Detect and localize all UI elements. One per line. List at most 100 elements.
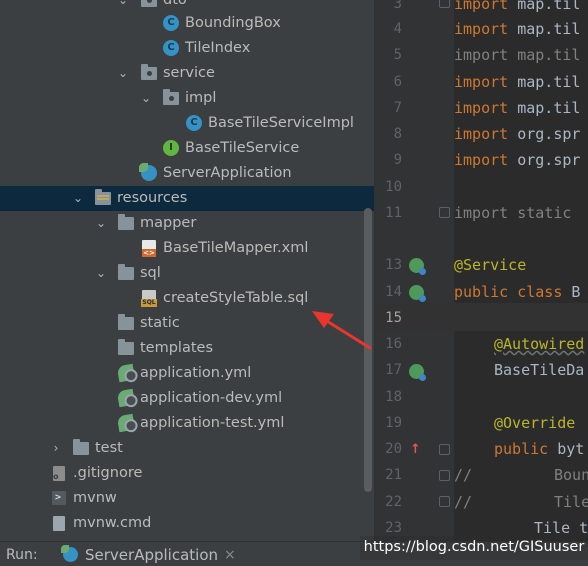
code-line: Boun [554, 466, 588, 484]
tree-item-label: BaseTileMapper.xml [163, 240, 309, 256]
code-line: import static [454, 204, 572, 222]
tree-item-test[interactable]: › test [0, 436, 374, 461]
project-tree: ⌄ dto C BoundingBox C TileIndex ⌄ servic… [0, 0, 374, 541]
line-number: 10 [385, 179, 402, 195]
package-folder-icon [163, 89, 179, 105]
folder-icon [118, 339, 134, 355]
fold-marker-icon[interactable] [439, 444, 450, 455]
tree-item-server-application[interactable]: ServerApplication [0, 161, 374, 186]
chevron-down-icon[interactable]: ⌄ [95, 216, 107, 230]
class-icon: C [163, 40, 179, 56]
line-number: 21 [385, 467, 402, 483]
line-number: 22 [385, 494, 402, 510]
tree-item-label: templates [140, 340, 214, 356]
tree-item-label: .gitignore [73, 465, 143, 481]
spring-config-icon [116, 363, 136, 383]
line-number: 7 [393, 100, 402, 116]
code-comment-marker: // [454, 466, 473, 484]
tree-item-resources[interactable]: ⌄ resources [0, 186, 374, 211]
run-tab-server-application[interactable]: ServerApplication × [58, 542, 248, 566]
fold-marker-icon[interactable] [439, 207, 450, 218]
spring-bean-gutter-icon[interactable] [409, 285, 426, 302]
tree-item-mvnw[interactable]: mvnw [0, 486, 374, 511]
chevron-down-icon[interactable]: ⌄ [117, 0, 129, 7]
tree-item-label: BaseTileServiceImpl [208, 115, 354, 131]
line-number: 18 [385, 389, 402, 405]
line-number: 20 [385, 441, 402, 457]
tree-item-label: mvnw.cmd [73, 515, 152, 531]
spring-config-icon [116, 388, 136, 408]
code-line: BaseTileDa [494, 361, 585, 379]
spring-config-icon [116, 413, 136, 433]
close-icon[interactable]: × [224, 546, 236, 564]
watermark-text: https://blog.csdn.net/GISuuser [360, 536, 588, 560]
package-folder-icon [141, 64, 157, 80]
line-number: 8 [393, 126, 402, 142]
current-line-highlight [376, 303, 588, 331]
tree-item-label: ServerApplication [163, 165, 292, 181]
fold-marker-icon[interactable] [439, 470, 450, 481]
code-line: @Override [494, 414, 576, 432]
chevron-down-icon[interactable]: ⌄ [95, 266, 107, 280]
spring-boot-app-icon [61, 545, 78, 562]
code-comment-marker: // [454, 493, 473, 511]
run-tab-label: ServerApplication [85, 546, 219, 564]
chevron-down-icon[interactable]: ⌄ [117, 66, 129, 80]
tree-item-bounding-box[interactable]: C BoundingBox [0, 11, 374, 36]
line-number: 6 [393, 74, 402, 90]
tree-item-impl[interactable]: ⌄ impl [0, 86, 374, 111]
tree-item-label: dto [163, 0, 187, 8]
folder-icon [118, 214, 134, 230]
tree-item-tile-index[interactable]: C TileIndex [0, 36, 374, 61]
line-number: 5 [393, 47, 402, 63]
tree-item-label: static [140, 315, 180, 331]
tree-item-base-tile-mapper-xml[interactable]: BaseTileMapper.xml [0, 236, 374, 261]
tree-item-gitignore[interactable]: .gitignore [0, 461, 374, 486]
tree-item-base-tile-service[interactable]: I BaseTileService [0, 136, 374, 161]
folder-icon [118, 264, 134, 280]
tree-item-label: application-test.yml [140, 415, 285, 431]
tree-item-label: sql [140, 265, 161, 281]
tree-item-label: service [163, 65, 215, 81]
tree-item-mapper[interactable]: ⌄ mapper [0, 211, 374, 236]
tree-item-service[interactable]: ⌄ service [0, 61, 374, 86]
sql-file-icon [141, 290, 157, 307]
code-line: import map.til [454, 0, 581, 13]
interface-icon: I [163, 140, 179, 156]
class-icon: C [163, 15, 179, 31]
line-number: 23 [385, 520, 402, 536]
code-line: import map.til [454, 99, 581, 117]
tree-item-application-dev-yml[interactable]: application-dev.yml [0, 386, 374, 411]
navigate-bean-gutter-icon[interactable] [409, 364, 426, 381]
folder-icon [118, 314, 134, 330]
line-number: 17 [385, 362, 402, 378]
line-number: 11 [385, 205, 402, 221]
tree-item-label: application-dev.yml [140, 390, 283, 406]
line-number: 3 [393, 0, 402, 12]
tree-item-label: application.yml [140, 365, 252, 381]
override-arrow-icon[interactable]: ↑ [410, 443, 421, 456]
line-number: 13 [385, 257, 402, 273]
resources-folder-icon [95, 189, 111, 205]
chevron-down-icon[interactable]: ⌄ [72, 191, 84, 205]
spring-bean-gutter-icon[interactable] [409, 258, 426, 275]
tree-item-application-yml[interactable]: application.yml [0, 361, 374, 386]
line-number: 4 [393, 21, 402, 37]
code-line: import org.spr [454, 125, 581, 143]
tree-item-application-test-yml[interactable]: application-test.yml [0, 411, 374, 436]
package-folder-icon [141, 0, 157, 7]
fold-marker-icon[interactable] [439, 0, 450, 8]
chevron-right-icon[interactable]: › [50, 441, 62, 455]
tree-item-label: TileIndex [185, 40, 251, 56]
code-line: import map.til [454, 20, 581, 38]
fold-marker-icon[interactable] [439, 496, 450, 507]
code-line: public byt [494, 440, 585, 458]
folder-icon [73, 439, 89, 455]
chevron-down-icon[interactable]: ⌄ [140, 91, 152, 105]
code-line: import map.til [454, 73, 581, 91]
gitignore-file-icon [53, 466, 65, 481]
tree-item-mvnw-cmd[interactable]: mvnw.cmd [0, 511, 374, 536]
tree-item-label: mvnw [73, 490, 117, 506]
tree-item-base-tile-service-impl[interactable]: C BaseTileServiceImpl [0, 111, 374, 136]
tree-item-sql[interactable]: ⌄ sql [0, 261, 374, 286]
